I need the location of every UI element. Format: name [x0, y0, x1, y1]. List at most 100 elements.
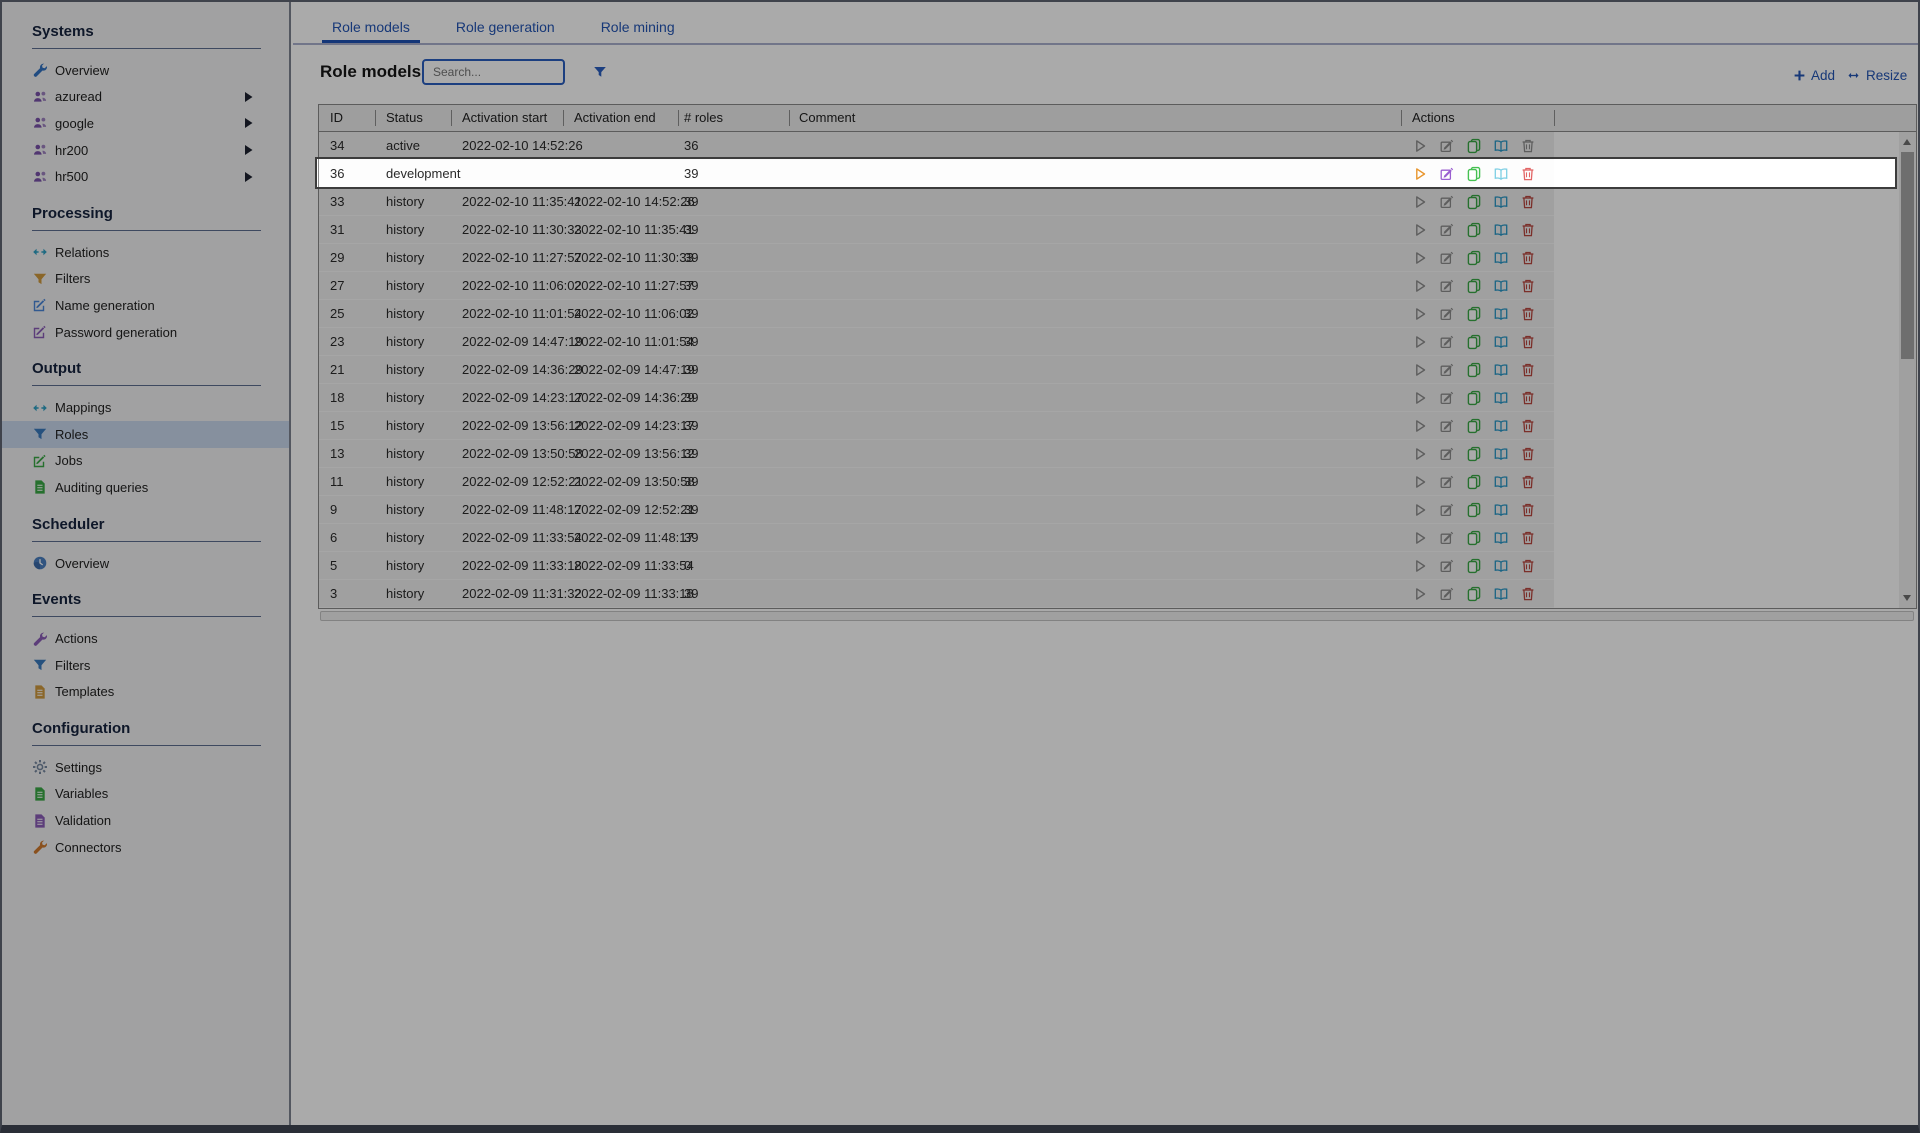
scroll-up-icon[interactable] [1903, 139, 1911, 145]
edit-action-icon[interactable] [1439, 502, 1455, 518]
copy-action-icon[interactable] [1466, 306, 1482, 322]
horizontal-scrollbar[interactable] [320, 611, 1914, 621]
sidebar-item-roles[interactable]: Roles [2, 421, 289, 448]
trash-action-icon[interactable] [1520, 334, 1536, 350]
tab-role-generation[interactable]: Role generation [446, 14, 565, 43]
trash-action-icon[interactable] [1520, 306, 1536, 322]
trash-action-icon[interactable] [1520, 586, 1536, 602]
trash-action-icon[interactable] [1520, 474, 1536, 490]
trash-action-icon[interactable] [1520, 446, 1536, 462]
trash-action-icon[interactable] [1520, 558, 1536, 574]
edit-action-icon[interactable] [1439, 222, 1455, 238]
book-action-icon[interactable] [1493, 474, 1509, 490]
vertical-scrollbar[interactable] [1899, 132, 1916, 608]
book-action-icon[interactable] [1493, 418, 1509, 434]
table-row-6[interactable]: 6history2022-02-09 11:33:542022-02-09 11… [319, 524, 1554, 552]
trash-action-icon[interactable] [1520, 418, 1536, 434]
copy-action-icon[interactable] [1466, 474, 1482, 490]
edit-action-icon[interactable] [1439, 334, 1455, 350]
play-action-icon[interactable] [1412, 362, 1428, 378]
book-action-icon[interactable] [1493, 586, 1509, 602]
play-action-icon[interactable] [1412, 418, 1428, 434]
table-row-13[interactable]: 13history2022-02-09 13:50:582022-02-09 1… [319, 440, 1554, 468]
book-action-icon[interactable] [1493, 362, 1509, 378]
book-action-icon[interactable] [1493, 222, 1509, 238]
play-action-icon[interactable] [1412, 334, 1428, 350]
sidebar-item-filters[interactable]: Filters [2, 652, 289, 679]
copy-action-icon[interactable] [1466, 502, 1482, 518]
table-row-34[interactable]: 34active2022-02-10 14:52:2636 [319, 132, 1554, 160]
column-separator[interactable] [1554, 110, 1555, 126]
tab-role-mining[interactable]: Role mining [591, 14, 685, 43]
filter-funnel-icon[interactable] [592, 64, 608, 80]
column-separator[interactable] [678, 110, 679, 126]
book-action-icon[interactable] [1493, 278, 1509, 294]
sidebar-item-actions[interactable]: Actions [2, 625, 289, 652]
edit-action-icon[interactable] [1439, 390, 1455, 406]
sidebar-item-google[interactable]: google [2, 110, 289, 137]
scrollbar-thumb[interactable] [1901, 152, 1914, 359]
edit-action-icon[interactable] [1439, 474, 1455, 490]
edit-action-icon[interactable] [1439, 166, 1455, 182]
copy-action-icon[interactable] [1466, 250, 1482, 266]
resize-button[interactable]: Resize [1846, 68, 1907, 83]
table-row-3[interactable]: 3history2022-02-09 11:31:322022-02-09 11… [319, 580, 1554, 608]
trash-action-icon[interactable] [1520, 138, 1536, 154]
expand-chevron[interactable] [244, 145, 253, 155]
edit-action-icon[interactable] [1439, 138, 1455, 154]
play-action-icon[interactable] [1412, 306, 1428, 322]
table-row-9[interactable]: 9history2022-02-09 11:48:172022-02-09 12… [319, 496, 1554, 524]
play-action-icon[interactable] [1412, 586, 1428, 602]
sidebar-item-hr500[interactable]: hr500 [2, 163, 289, 190]
column-separator[interactable] [451, 110, 452, 126]
sidebar-item-templates[interactable]: Templates [2, 679, 289, 706]
copy-action-icon[interactable] [1466, 222, 1482, 238]
play-action-icon[interactable] [1412, 502, 1428, 518]
edit-action-icon[interactable] [1439, 362, 1455, 378]
play-action-icon[interactable] [1412, 558, 1428, 574]
book-action-icon[interactable] [1493, 530, 1509, 546]
book-action-icon[interactable] [1493, 138, 1509, 154]
table-row-25[interactable]: 25history2022-02-10 11:01:542022-02-10 1… [319, 300, 1554, 328]
sidebar-item-settings[interactable]: Settings [2, 754, 289, 781]
edit-action-icon[interactable] [1439, 306, 1455, 322]
trash-action-icon[interactable] [1520, 390, 1536, 406]
play-action-icon[interactable] [1412, 138, 1428, 154]
sidebar-item-name-generation[interactable]: Name generation [2, 292, 289, 319]
sidebar-item-hr200[interactable]: hr200 [2, 137, 289, 164]
search-input[interactable] [424, 65, 592, 79]
table-row-36[interactable]: 36development39 [319, 160, 1554, 188]
copy-action-icon[interactable] [1466, 390, 1482, 406]
copy-action-icon[interactable] [1466, 586, 1482, 602]
trash-action-icon[interactable] [1520, 278, 1536, 294]
copy-action-icon[interactable] [1466, 418, 1482, 434]
edit-action-icon[interactable] [1439, 446, 1455, 462]
book-action-icon[interactable] [1493, 250, 1509, 266]
expand-chevron[interactable] [244, 118, 253, 128]
sidebar-item-filters[interactable]: Filters [2, 266, 289, 293]
edit-action-icon[interactable] [1439, 418, 1455, 434]
table-row-31[interactable]: 31history2022-02-10 11:30:332022-02-10 1… [319, 216, 1554, 244]
table-row-23[interactable]: 23history2022-02-09 14:47:192022-02-10 1… [319, 328, 1554, 356]
play-action-icon[interactable] [1412, 446, 1428, 462]
trash-action-icon[interactable] [1520, 530, 1536, 546]
book-action-icon[interactable] [1493, 502, 1509, 518]
book-action-icon[interactable] [1493, 306, 1509, 322]
play-action-icon[interactable] [1412, 166, 1428, 182]
copy-action-icon[interactable] [1466, 194, 1482, 210]
copy-action-icon[interactable] [1466, 334, 1482, 350]
sidebar-item-overview[interactable]: Overview [2, 57, 289, 84]
book-action-icon[interactable] [1493, 194, 1509, 210]
edit-action-icon[interactable] [1439, 194, 1455, 210]
table-row-5[interactable]: 5history2022-02-09 11:33:182022-02-09 11… [319, 552, 1554, 580]
add-button[interactable]: Add [1793, 68, 1835, 83]
sidebar-item-mappings[interactable]: Mappings [2, 394, 289, 421]
column-separator[interactable] [375, 110, 376, 126]
trash-action-icon[interactable] [1520, 166, 1536, 182]
copy-action-icon[interactable] [1466, 138, 1482, 154]
sidebar-item-auditing-queries[interactable]: Auditing queries [2, 474, 289, 501]
column-separator[interactable] [563, 110, 564, 126]
edit-action-icon[interactable] [1439, 586, 1455, 602]
copy-action-icon[interactable] [1466, 166, 1482, 182]
sidebar-item-password-generation[interactable]: Password generation [2, 319, 289, 346]
